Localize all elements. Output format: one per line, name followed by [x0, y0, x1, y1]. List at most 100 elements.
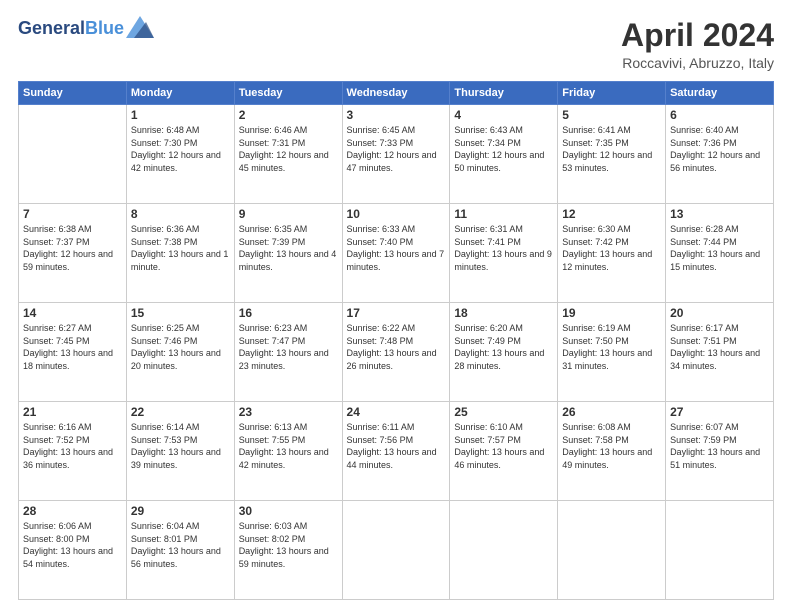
day-info: Sunrise: 6:20 AM Sunset: 7:49 PM Dayligh… — [454, 322, 553, 372]
week-row-4: 28 Sunrise: 6:06 AM Sunset: 8:00 PM Dayl… — [19, 501, 774, 600]
day-cell-w4-d2: 30 Sunrise: 6:03 AM Sunset: 8:02 PM Dayl… — [234, 501, 342, 600]
day-info: Sunrise: 6:28 AM Sunset: 7:44 PM Dayligh… — [670, 223, 769, 273]
day-number: 1 — [131, 108, 230, 122]
day-info: Sunrise: 6:31 AM Sunset: 7:41 PM Dayligh… — [454, 223, 553, 273]
location: Roccavivi, Abruzzo, Italy — [621, 55, 774, 71]
day-cell-w0-d1: 1 Sunrise: 6:48 AM Sunset: 7:30 PM Dayli… — [126, 105, 234, 204]
day-cell-w4-d5 — [558, 501, 666, 600]
day-cell-w0-d5: 5 Sunrise: 6:41 AM Sunset: 7:35 PM Dayli… — [558, 105, 666, 204]
day-info: Sunrise: 6:07 AM Sunset: 7:59 PM Dayligh… — [670, 421, 769, 471]
week-row-3: 21 Sunrise: 6:16 AM Sunset: 7:52 PM Dayl… — [19, 402, 774, 501]
day-number: 29 — [131, 504, 230, 518]
day-info: Sunrise: 6:08 AM Sunset: 7:58 PM Dayligh… — [562, 421, 661, 471]
day-number: 14 — [23, 306, 122, 320]
day-info: Sunrise: 6:30 AM Sunset: 7:42 PM Dayligh… — [562, 223, 661, 273]
day-number: 12 — [562, 207, 661, 221]
day-cell-w4-d1: 29 Sunrise: 6:04 AM Sunset: 8:01 PM Dayl… — [126, 501, 234, 600]
week-row-0: 1 Sunrise: 6:48 AM Sunset: 7:30 PM Dayli… — [19, 105, 774, 204]
day-number: 6 — [670, 108, 769, 122]
day-cell-w3-d0: 21 Sunrise: 6:16 AM Sunset: 7:52 PM Dayl… — [19, 402, 127, 501]
day-info: Sunrise: 6:13 AM Sunset: 7:55 PM Dayligh… — [239, 421, 338, 471]
logo-icon — [126, 16, 154, 38]
day-cell-w1-d1: 8 Sunrise: 6:36 AM Sunset: 7:38 PM Dayli… — [126, 204, 234, 303]
week-row-2: 14 Sunrise: 6:27 AM Sunset: 7:45 PM Dayl… — [19, 303, 774, 402]
day-number: 15 — [131, 306, 230, 320]
day-number: 5 — [562, 108, 661, 122]
day-cell-w1-d6: 13 Sunrise: 6:28 AM Sunset: 7:44 PM Dayl… — [666, 204, 774, 303]
day-number: 4 — [454, 108, 553, 122]
day-cell-w0-d4: 4 Sunrise: 6:43 AM Sunset: 7:34 PM Dayli… — [450, 105, 558, 204]
day-number: 18 — [454, 306, 553, 320]
header-tuesday: Tuesday — [234, 82, 342, 105]
calendar-table: Sunday Monday Tuesday Wednesday Thursday… — [18, 81, 774, 600]
week-row-1: 7 Sunrise: 6:38 AM Sunset: 7:37 PM Dayli… — [19, 204, 774, 303]
day-number: 20 — [670, 306, 769, 320]
day-number: 23 — [239, 405, 338, 419]
day-info: Sunrise: 6:23 AM Sunset: 7:47 PM Dayligh… — [239, 322, 338, 372]
title-section: April 2024 Roccavivi, Abruzzo, Italy — [621, 18, 774, 71]
day-cell-w3-d6: 27 Sunrise: 6:07 AM Sunset: 7:59 PM Dayl… — [666, 402, 774, 501]
day-info: Sunrise: 6:11 AM Sunset: 7:56 PM Dayligh… — [347, 421, 446, 471]
header-sunday: Sunday — [19, 82, 127, 105]
day-cell-w3-d4: 25 Sunrise: 6:10 AM Sunset: 7:57 PM Dayl… — [450, 402, 558, 501]
day-number: 22 — [131, 405, 230, 419]
day-cell-w3-d2: 23 Sunrise: 6:13 AM Sunset: 7:55 PM Dayl… — [234, 402, 342, 501]
day-cell-w3-d3: 24 Sunrise: 6:11 AM Sunset: 7:56 PM Dayl… — [342, 402, 450, 501]
day-info: Sunrise: 6:45 AM Sunset: 7:33 PM Dayligh… — [347, 124, 446, 174]
day-info: Sunrise: 6:43 AM Sunset: 7:34 PM Dayligh… — [454, 124, 553, 174]
day-number: 21 — [23, 405, 122, 419]
day-cell-w4-d3 — [342, 501, 450, 600]
day-info: Sunrise: 6:10 AM Sunset: 7:57 PM Dayligh… — [454, 421, 553, 471]
day-info: Sunrise: 6:27 AM Sunset: 7:45 PM Dayligh… — [23, 322, 122, 372]
day-cell-w3-d1: 22 Sunrise: 6:14 AM Sunset: 7:53 PM Dayl… — [126, 402, 234, 501]
header-thursday: Thursday — [450, 82, 558, 105]
day-info: Sunrise: 6:46 AM Sunset: 7:31 PM Dayligh… — [239, 124, 338, 174]
day-number: 11 — [454, 207, 553, 221]
day-cell-w4-d0: 28 Sunrise: 6:06 AM Sunset: 8:00 PM Dayl… — [19, 501, 127, 600]
day-cell-w0-d6: 6 Sunrise: 6:40 AM Sunset: 7:36 PM Dayli… — [666, 105, 774, 204]
day-cell-w2-d2: 16 Sunrise: 6:23 AM Sunset: 7:47 PM Dayl… — [234, 303, 342, 402]
day-cell-w0-d0 — [19, 105, 127, 204]
day-info: Sunrise: 6:16 AM Sunset: 7:52 PM Dayligh… — [23, 421, 122, 471]
header: GeneralBlue April 2024 Roccavivi, Abruzz… — [18, 18, 774, 71]
day-number: 2 — [239, 108, 338, 122]
day-info: Sunrise: 6:36 AM Sunset: 7:38 PM Dayligh… — [131, 223, 230, 273]
day-number: 16 — [239, 306, 338, 320]
day-number: 25 — [454, 405, 553, 419]
day-cell-w2-d0: 14 Sunrise: 6:27 AM Sunset: 7:45 PM Dayl… — [19, 303, 127, 402]
day-number: 10 — [347, 207, 446, 221]
day-number: 19 — [562, 306, 661, 320]
day-cell-w0-d2: 2 Sunrise: 6:46 AM Sunset: 7:31 PM Dayli… — [234, 105, 342, 204]
day-number: 28 — [23, 504, 122, 518]
day-info: Sunrise: 6:19 AM Sunset: 7:50 PM Dayligh… — [562, 322, 661, 372]
day-number: 9 — [239, 207, 338, 221]
header-monday: Monday — [126, 82, 234, 105]
logo: GeneralBlue — [18, 18, 154, 40]
day-cell-w4-d6 — [666, 501, 774, 600]
header-wednesday: Wednesday — [342, 82, 450, 105]
day-cell-w1-d0: 7 Sunrise: 6:38 AM Sunset: 7:37 PM Dayli… — [19, 204, 127, 303]
day-cell-w3-d5: 26 Sunrise: 6:08 AM Sunset: 7:58 PM Dayl… — [558, 402, 666, 501]
day-info: Sunrise: 6:41 AM Sunset: 7:35 PM Dayligh… — [562, 124, 661, 174]
day-cell-w4-d4 — [450, 501, 558, 600]
logo-text: GeneralBlue — [18, 19, 124, 39]
day-number: 27 — [670, 405, 769, 419]
day-number: 3 — [347, 108, 446, 122]
day-info: Sunrise: 6:25 AM Sunset: 7:46 PM Dayligh… — [131, 322, 230, 372]
day-info: Sunrise: 6:14 AM Sunset: 7:53 PM Dayligh… — [131, 421, 230, 471]
day-number: 30 — [239, 504, 338, 518]
day-info: Sunrise: 6:06 AM Sunset: 8:00 PM Dayligh… — [23, 520, 122, 570]
day-info: Sunrise: 6:04 AM Sunset: 8:01 PM Dayligh… — [131, 520, 230, 570]
day-info: Sunrise: 6:40 AM Sunset: 7:36 PM Dayligh… — [670, 124, 769, 174]
day-cell-w2-d4: 18 Sunrise: 6:20 AM Sunset: 7:49 PM Dayl… — [450, 303, 558, 402]
day-number: 17 — [347, 306, 446, 320]
day-info: Sunrise: 6:33 AM Sunset: 7:40 PM Dayligh… — [347, 223, 446, 273]
day-number: 7 — [23, 207, 122, 221]
header-friday: Friday — [558, 82, 666, 105]
day-cell-w1-d3: 10 Sunrise: 6:33 AM Sunset: 7:40 PM Dayl… — [342, 204, 450, 303]
day-cell-w1-d4: 11 Sunrise: 6:31 AM Sunset: 7:41 PM Dayl… — [450, 204, 558, 303]
weekday-header-row: Sunday Monday Tuesday Wednesday Thursday… — [19, 82, 774, 105]
day-number: 24 — [347, 405, 446, 419]
day-info: Sunrise: 6:35 AM Sunset: 7:39 PM Dayligh… — [239, 223, 338, 273]
day-info: Sunrise: 6:38 AM Sunset: 7:37 PM Dayligh… — [23, 223, 122, 273]
